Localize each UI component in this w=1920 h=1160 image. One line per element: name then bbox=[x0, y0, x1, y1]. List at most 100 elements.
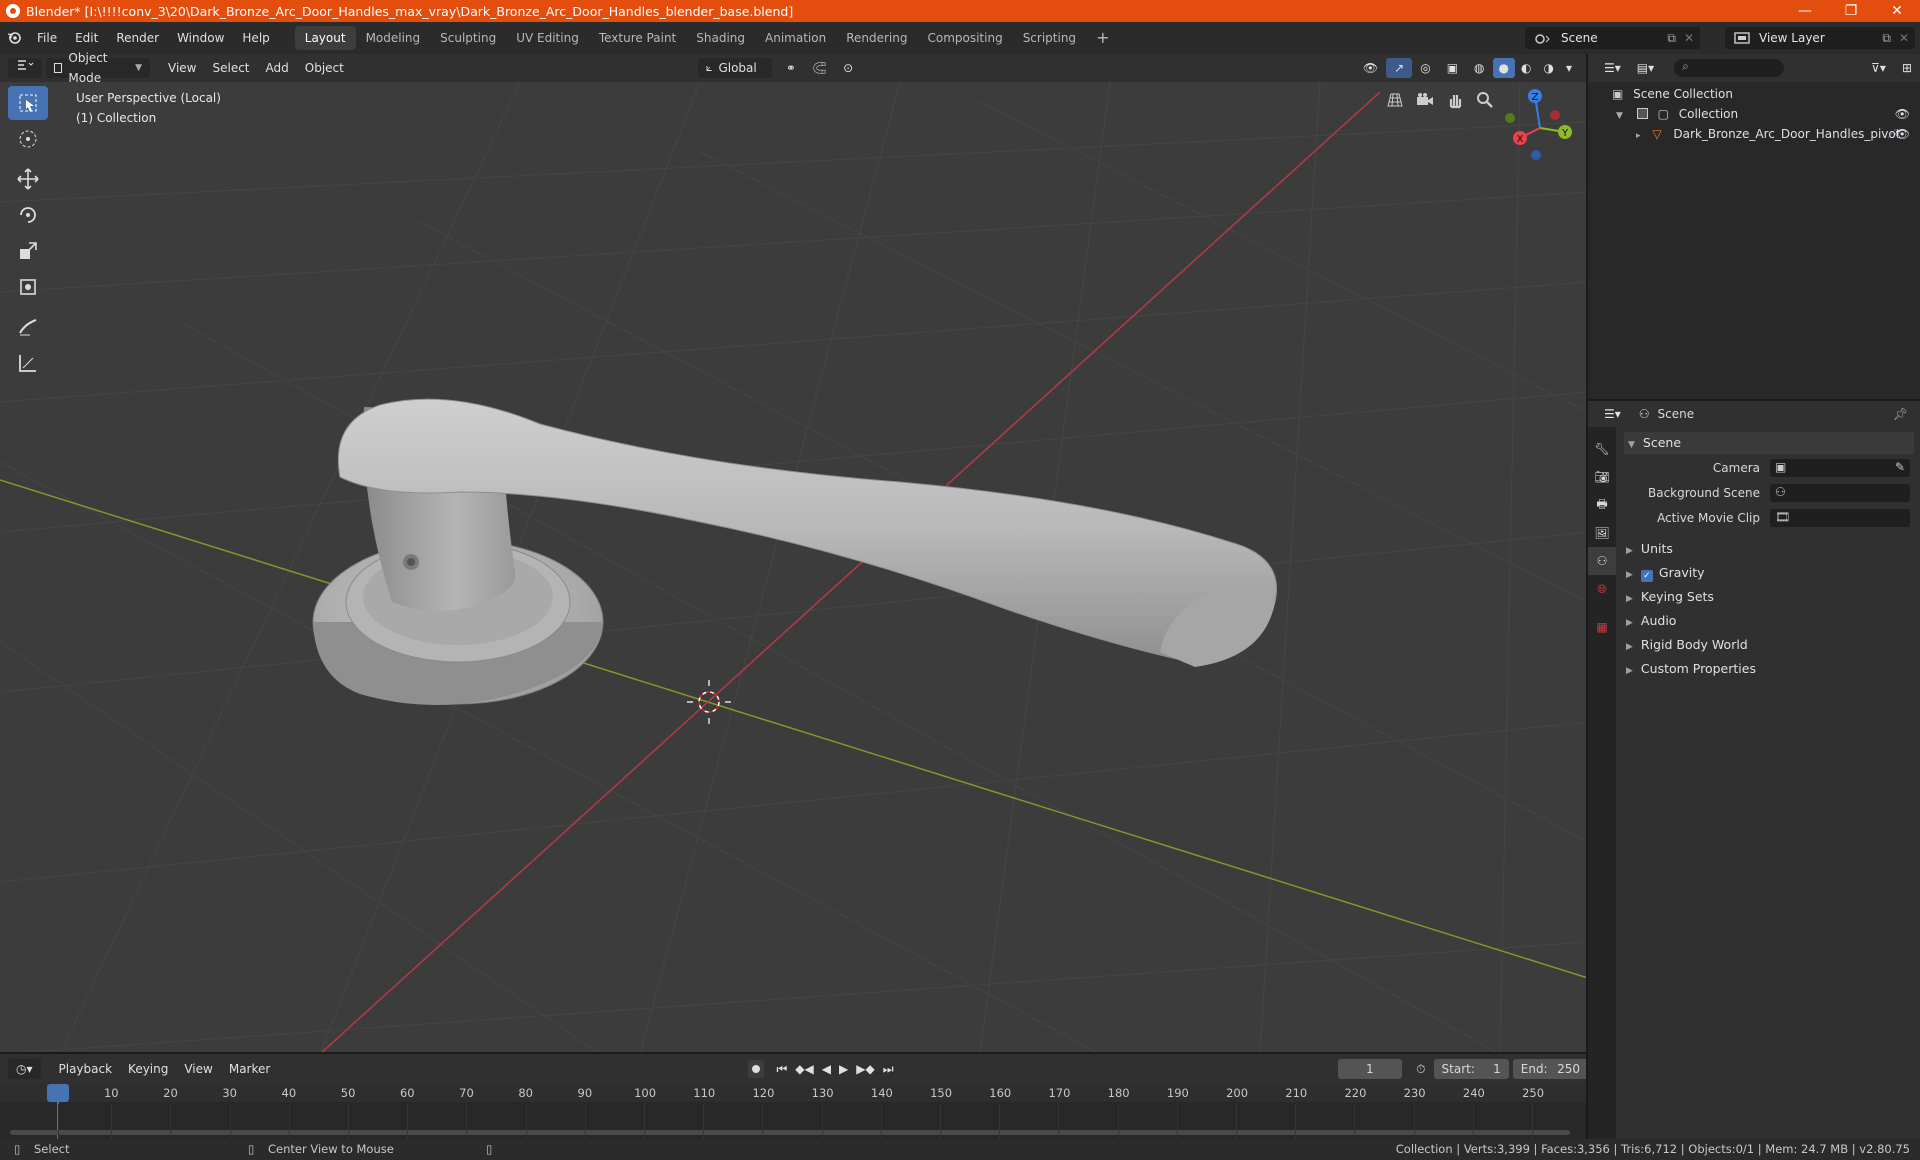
active-movie-clip-field[interactable]: 🎞︎ bbox=[1770, 509, 1910, 527]
new-collection-icon[interactable]: ⊞ bbox=[1894, 58, 1920, 78]
xray-toggle-icon[interactable]: ▣ bbox=[1439, 58, 1466, 78]
timeline-menu-marker[interactable]: Marker bbox=[221, 1059, 278, 1079]
move-tool[interactable] bbox=[8, 162, 48, 196]
wireframe-shading-icon[interactable]: ◍ bbox=[1466, 58, 1492, 78]
timeline-area[interactable]: 1102030405060708090100110120130140150160… bbox=[0, 1084, 1588, 1140]
overlay-toggle-icon[interactable]: ◎ bbox=[1412, 58, 1438, 78]
orientation-selector[interactable]: ⟀ Global bbox=[697, 58, 772, 78]
menu-window[interactable]: Window bbox=[168, 22, 233, 54]
jump-end-icon[interactable]: ⏭ bbox=[879, 1059, 898, 1079]
tab-sculpting[interactable]: Sculpting bbox=[430, 26, 506, 50]
auto-keying-button[interactable] bbox=[748, 1060, 765, 1078]
delete-view-layer-icon[interactable]: ✕ bbox=[1899, 27, 1909, 49]
collection-checkbox[interactable] bbox=[1636, 108, 1648, 119]
timeline-menu-keying[interactable]: Keying bbox=[120, 1059, 176, 1079]
scene-tab-icon[interactable]: ⚇ bbox=[1588, 547, 1616, 575]
cursor-tool[interactable] bbox=[8, 122, 48, 156]
timeline-scrollbar[interactable] bbox=[10, 1130, 1570, 1135]
tab-compositing[interactable]: Compositing bbox=[917, 26, 1012, 50]
display-mode-icon[interactable]: ▤▾ bbox=[1629, 58, 1662, 78]
scene-selector[interactable]: Scene ⧉ ✕ bbox=[1525, 27, 1700, 49]
pan-view-icon[interactable] bbox=[1440, 88, 1470, 112]
tab-rendering[interactable]: Rendering bbox=[836, 26, 917, 50]
zoom-view-icon[interactable] bbox=[1470, 88, 1500, 112]
delete-scene-icon[interactable]: ✕ bbox=[1684, 27, 1694, 49]
mode-selector[interactable]: Object Mode ▼ bbox=[46, 51, 150, 85]
gizmo-toggle-icon[interactable]: ↗ bbox=[1386, 58, 1413, 78]
snap-icon[interactable]: 🧲︎ bbox=[804, 58, 835, 78]
jump-keyframe-forward-icon[interactable]: ▶◆ bbox=[852, 1059, 878, 1079]
editor-type-button[interactable] bbox=[8, 58, 42, 78]
close-button[interactable]: ✕ bbox=[1874, 0, 1920, 22]
solid-shading-icon[interactable]: ● bbox=[1492, 58, 1515, 78]
texture-tab-icon[interactable]: ▦ bbox=[1588, 613, 1616, 641]
proportional-edit-icon[interactable]: ⊙ bbox=[835, 58, 861, 78]
shading-options-icon[interactable]: ▾ bbox=[1560, 58, 1578, 78]
tab-shading[interactable]: Shading bbox=[686, 26, 755, 50]
background-scene-field[interactable]: ⚇ bbox=[1770, 484, 1910, 502]
timeline-editor-type-icon[interactable]: ◷▾ bbox=[8, 1059, 41, 1079]
menu-object[interactable]: Object bbox=[297, 58, 352, 78]
select-box-tool[interactable] bbox=[8, 86, 48, 120]
navigation-gizmo[interactable]: Z Y X bbox=[1500, 88, 1580, 168]
properties-editor-type-icon[interactable]: ☰▾ bbox=[1596, 404, 1629, 424]
menu-add[interactable]: Add bbox=[258, 58, 297, 78]
outliner-row-scene-collection[interactable]: ▣ Scene Collection bbox=[1588, 84, 1920, 104]
start-frame-field[interactable]: Start: 1 bbox=[1433, 1059, 1509, 1079]
keying-sets-section-header[interactable]: ▶ Keying Sets bbox=[1626, 589, 1714, 604]
maximize-button[interactable]: ❐ bbox=[1828, 0, 1874, 22]
tab-uv-editing[interactable]: UV Editing bbox=[506, 26, 589, 50]
units-section-header[interactable]: ▶ Units bbox=[1626, 541, 1673, 556]
filter-icon[interactable]: ⊽▾ bbox=[1863, 58, 1894, 78]
play-reverse-icon[interactable]: ◀ bbox=[818, 1059, 835, 1079]
custom-properties-section-header[interactable]: ▶ Custom Properties bbox=[1626, 661, 1756, 676]
door-handle-mesh[interactable] bbox=[312, 398, 1277, 706]
gravity-section-header[interactable]: ▶ ✓ Gravity bbox=[1626, 565, 1705, 582]
tool-tab-icon[interactable]: 🔧︎ bbox=[1588, 435, 1616, 463]
toggle-perspective-icon[interactable] bbox=[1380, 88, 1410, 112]
minimize-button[interactable]: — bbox=[1782, 0, 1828, 22]
measure-tool[interactable] bbox=[8, 346, 48, 380]
expand-collection-icon[interactable]: ▼ bbox=[1616, 111, 1623, 121]
new-view-layer-icon[interactable]: ⧉ bbox=[1882, 27, 1891, 49]
timeline-menu-view[interactable]: View bbox=[176, 1059, 220, 1079]
new-scene-icon[interactable]: ⧉ bbox=[1667, 27, 1676, 49]
pivot-point-icon[interactable]: ⚭ bbox=[778, 58, 804, 78]
jump-keyframe-back-icon[interactable]: ◆◀ bbox=[791, 1059, 817, 1079]
gravity-checkbox[interactable]: ✓ bbox=[1640, 570, 1653, 582]
3d-viewport[interactable] bbox=[0, 82, 1588, 1054]
stopwatch-icon[interactable]: ⏱︎ bbox=[1416, 1062, 1425, 1077]
outliner-row-object[interactable]: ▸ ▽ Dark_Bronze_Arc_Door_Handles_pivot ⟋… bbox=[1588, 124, 1920, 144]
tab-layout[interactable]: Layout bbox=[294, 26, 356, 50]
material-shading-icon[interactable]: ◐ bbox=[1515, 58, 1537, 78]
outliner-search-input[interactable]: ⌕ bbox=[1674, 59, 1785, 77]
outliner-editor-type-icon[interactable]: ☰▾ bbox=[1596, 58, 1629, 78]
menu-help[interactable]: Help bbox=[233, 22, 278, 54]
play-icon[interactable]: ▶ bbox=[835, 1059, 852, 1079]
outliner-row-collection[interactable]: ▼ ▢ Collection 👁︎ bbox=[1588, 104, 1920, 124]
menu-file[interactable]: File bbox=[28, 22, 66, 54]
menu-view[interactable]: View bbox=[160, 58, 204, 78]
tab-texture-paint[interactable]: Texture Paint bbox=[589, 26, 686, 50]
playhead[interactable] bbox=[47, 1084, 69, 1102]
expand-object-icon[interactable]: ▸ bbox=[1636, 131, 1641, 141]
annotate-tool[interactable] bbox=[8, 310, 48, 344]
transform-tool[interactable] bbox=[8, 270, 48, 304]
pin-icon[interactable]: 📌︎ bbox=[1893, 407, 1908, 421]
timeline-menu-playback[interactable]: Playback bbox=[51, 1059, 121, 1079]
current-frame-field[interactable]: 1 bbox=[1337, 1059, 1403, 1079]
rendered-shading-icon[interactable]: ◑ bbox=[1537, 58, 1559, 78]
camera-field[interactable]: ▣ ✎ bbox=[1770, 459, 1910, 477]
blender-menu-icon[interactable] bbox=[0, 31, 28, 45]
object-visibility-icon[interactable]: 👁︎ bbox=[1895, 124, 1910, 144]
tab-scripting[interactable]: Scripting bbox=[1013, 26, 1086, 50]
scale-tool[interactable] bbox=[8, 234, 48, 268]
world-tab-icon[interactable]: 🌐︎ bbox=[1588, 575, 1616, 603]
camera-view-icon[interactable] bbox=[1410, 88, 1440, 112]
collection-visibility-icon[interactable]: 👁︎ bbox=[1895, 104, 1910, 124]
view-layer-selector[interactable]: View Layer ⧉ ✕ bbox=[1725, 27, 1915, 49]
audio-section-header[interactable]: ▶ Audio bbox=[1626, 613, 1676, 628]
visibility-icon[interactable]: 👁︎ bbox=[1355, 58, 1386, 78]
end-frame-field[interactable]: End: 250 bbox=[1512, 1059, 1588, 1079]
scene-section-header[interactable]: ▼ Scene bbox=[1624, 432, 1914, 454]
